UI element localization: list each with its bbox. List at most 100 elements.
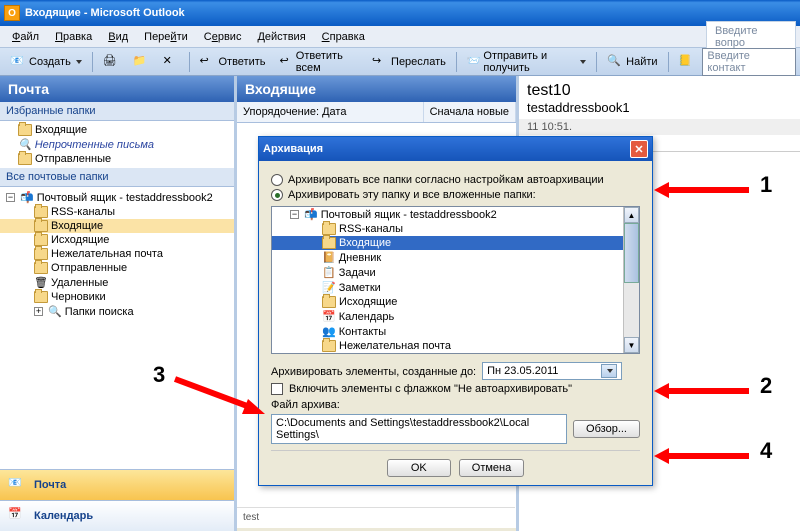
menu-goto[interactable]: Перейти xyxy=(136,28,196,46)
fav-sent[interactable]: Отправленные xyxy=(0,152,234,166)
list-item[interactable]: test xyxy=(237,507,515,527)
folder-deleted[interactable]: 🗑Удаленные xyxy=(0,275,234,290)
scroll-up-icon[interactable]: ▲ xyxy=(624,207,639,223)
dialog-titlebar[interactable]: Архивация ✕ xyxy=(259,137,652,161)
folder-tree[interactable]: −📬Почтовый ящик - testaddressbook2 RSS-к… xyxy=(271,206,640,354)
print-button[interactable]: 🖨 xyxy=(97,51,125,73)
mail-icon: 📧 xyxy=(10,54,26,70)
search-icon: 🔍 xyxy=(607,54,623,70)
search-folder-icon: 🔍 xyxy=(48,305,62,318)
journal-icon: 📔 xyxy=(322,251,336,264)
folder-icon xyxy=(18,124,32,136)
folder-icon xyxy=(34,262,48,274)
dlg-folder-journal[interactable]: 📔Дневник xyxy=(272,250,639,265)
sort-order-label[interactable]: Сначала новые xyxy=(424,102,516,122)
folder-sent[interactable]: Отправленные xyxy=(0,261,234,275)
all-folders-section[interactable]: Все почтовые папки xyxy=(0,168,234,187)
contact-search-input[interactable]: Введите контакт xyxy=(702,48,796,76)
folder-icon xyxy=(322,296,336,308)
include-noarchive-checkbox[interactable]: Включить элементы с флажком "Не автоархи… xyxy=(271,383,640,395)
radio-checked-icon[interactable] xyxy=(271,189,283,201)
menu-help[interactable]: Справка xyxy=(314,28,373,46)
sort-header[interactable]: Упорядочение: Дата Сначала новые xyxy=(237,102,516,123)
print-icon: 🖨 xyxy=(103,54,119,70)
scroll-down-icon[interactable]: ▼ xyxy=(624,337,639,353)
ok-button[interactable]: OK xyxy=(387,459,451,477)
menu-file[interactable]: ФФайлайл xyxy=(4,28,47,46)
find-button[interactable]: 🔍Найти xyxy=(601,51,663,73)
delete-button[interactable]: ✕ xyxy=(157,51,185,73)
dialog-title: Архивация xyxy=(263,143,323,155)
send-receive-button[interactable]: 📨Отправить и получить xyxy=(461,47,593,77)
nav-calendar-button[interactable]: 📅Календарь xyxy=(0,500,234,531)
before-date-combo[interactable]: Пн 23.05.2011 xyxy=(482,362,622,380)
mailbox-icon: 📬 xyxy=(20,191,34,204)
menu-tools[interactable]: Сервис xyxy=(196,28,250,46)
junk-icon xyxy=(322,340,336,352)
folder-outbox[interactable]: Исходящие xyxy=(0,233,234,247)
browse-button[interactable]: Обзор... xyxy=(573,420,640,438)
rss-icon xyxy=(322,223,336,235)
new-button[interactable]: 📧Создать xyxy=(4,51,88,73)
folder-icon xyxy=(18,153,32,165)
contacts-icon: 👥 xyxy=(322,325,336,338)
folder-move-icon: 📁 xyxy=(133,54,149,70)
dlg-mailbox-root[interactable]: −📬Почтовый ящик - testaddressbook2 xyxy=(272,207,639,222)
move-button[interactable]: 📁 xyxy=(127,51,155,73)
dlg-folder-rss[interactable]: RSS-каналы xyxy=(272,222,639,236)
menu-edit[interactable]: Правка xyxy=(47,28,100,46)
folder-inbox[interactable]: Входящие xyxy=(0,219,234,233)
addressbook-button[interactable]: 📒 xyxy=(672,51,700,73)
fav-inbox[interactable]: Входящие xyxy=(0,123,234,137)
dlg-folder-junk[interactable]: Нежелательная почта xyxy=(272,339,639,353)
toolbar: 📧Создать 🖨 📁 ✕ ↩Ответить ↩Ответить всем … xyxy=(0,48,800,76)
checkbox-icon[interactable] xyxy=(271,383,283,395)
close-button[interactable]: ✕ xyxy=(630,140,648,158)
folder-icon xyxy=(34,234,48,246)
sort-by-label[interactable]: Упорядочение: Дата xyxy=(237,102,424,122)
dlg-folder-contacts[interactable]: 👥Контакты xyxy=(272,324,639,339)
dlg-folder-outbox[interactable]: Исходящие xyxy=(272,295,639,309)
dropdown-icon[interactable] xyxy=(601,364,617,378)
fav-unread[interactable]: 🔍Непрочтенные письма xyxy=(0,137,234,152)
dlg-folder-inbox[interactable]: Входящие xyxy=(272,236,639,250)
calendar-icon: 📅 xyxy=(8,507,28,525)
cancel-button[interactable]: Отмена xyxy=(459,459,524,477)
nav-mail-button[interactable]: 📧Почта xyxy=(0,469,234,500)
navigation-pane: Почта Избранные папки Входящие 🔍Непрочте… xyxy=(0,76,234,531)
reply-button[interactable]: ↩Ответить xyxy=(193,51,271,73)
send-receive-icon: 📨 xyxy=(467,54,481,70)
scrollbar[interactable]: ▲ ▼ xyxy=(623,207,639,353)
archive-file-label: Файл архива: xyxy=(271,399,640,411)
dlg-folder-calendar[interactable]: 📅Календарь xyxy=(272,309,639,324)
mailbox-icon: 📬 xyxy=(304,208,318,221)
forward-button[interactable]: ↪Переслать xyxy=(366,51,452,73)
search-folder-icon: 🔍 xyxy=(18,138,32,151)
inbox-header: Входящие xyxy=(237,76,516,102)
collapse-icon[interactable]: − xyxy=(6,193,15,202)
mail-header: Почта xyxy=(0,76,234,102)
dlg-folder-tasks[interactable]: 📋Задачи xyxy=(272,265,639,280)
message-date: 11 10:51. xyxy=(519,119,800,135)
radio-icon[interactable] xyxy=(271,174,283,186)
favorites-section[interactable]: Избранные папки xyxy=(0,102,234,121)
scroll-thumb[interactable] xyxy=(624,223,639,283)
option-archive-all[interactable]: Архивировать все папки согласно настройк… xyxy=(271,174,640,186)
message-subject: test10 xyxy=(519,76,800,100)
folder-search[interactable]: +🔍Папки поиска xyxy=(0,304,234,319)
forward-icon: ↪ xyxy=(372,54,388,70)
option-archive-this[interactable]: Архивировать эту папку и все вложенные п… xyxy=(271,189,640,201)
menu-view[interactable]: Вид xyxy=(100,28,136,46)
folder-rss[interactable]: RSS-каналы xyxy=(0,205,234,219)
reply-all-button[interactable]: ↩Ответить всем xyxy=(274,47,365,77)
collapse-icon[interactable]: − xyxy=(290,210,299,219)
folder-drafts[interactable]: Черновики xyxy=(0,290,234,304)
rss-icon xyxy=(34,206,48,218)
archive-dialog: Архивация ✕ Архивировать все папки согла… xyxy=(258,136,653,486)
mailbox-root[interactable]: −📬Почтовый ящик - testaddressbook2 xyxy=(0,190,234,205)
folder-junk[interactable]: Нежелательная почта xyxy=(0,247,234,261)
dlg-folder-notes[interactable]: 📝Заметки xyxy=(272,280,639,295)
archive-file-input[interactable]: C:\Documents and Settings\testaddressboo… xyxy=(271,414,567,444)
expand-icon[interactable]: + xyxy=(34,307,43,316)
menu-actions[interactable]: Действия xyxy=(249,28,313,46)
